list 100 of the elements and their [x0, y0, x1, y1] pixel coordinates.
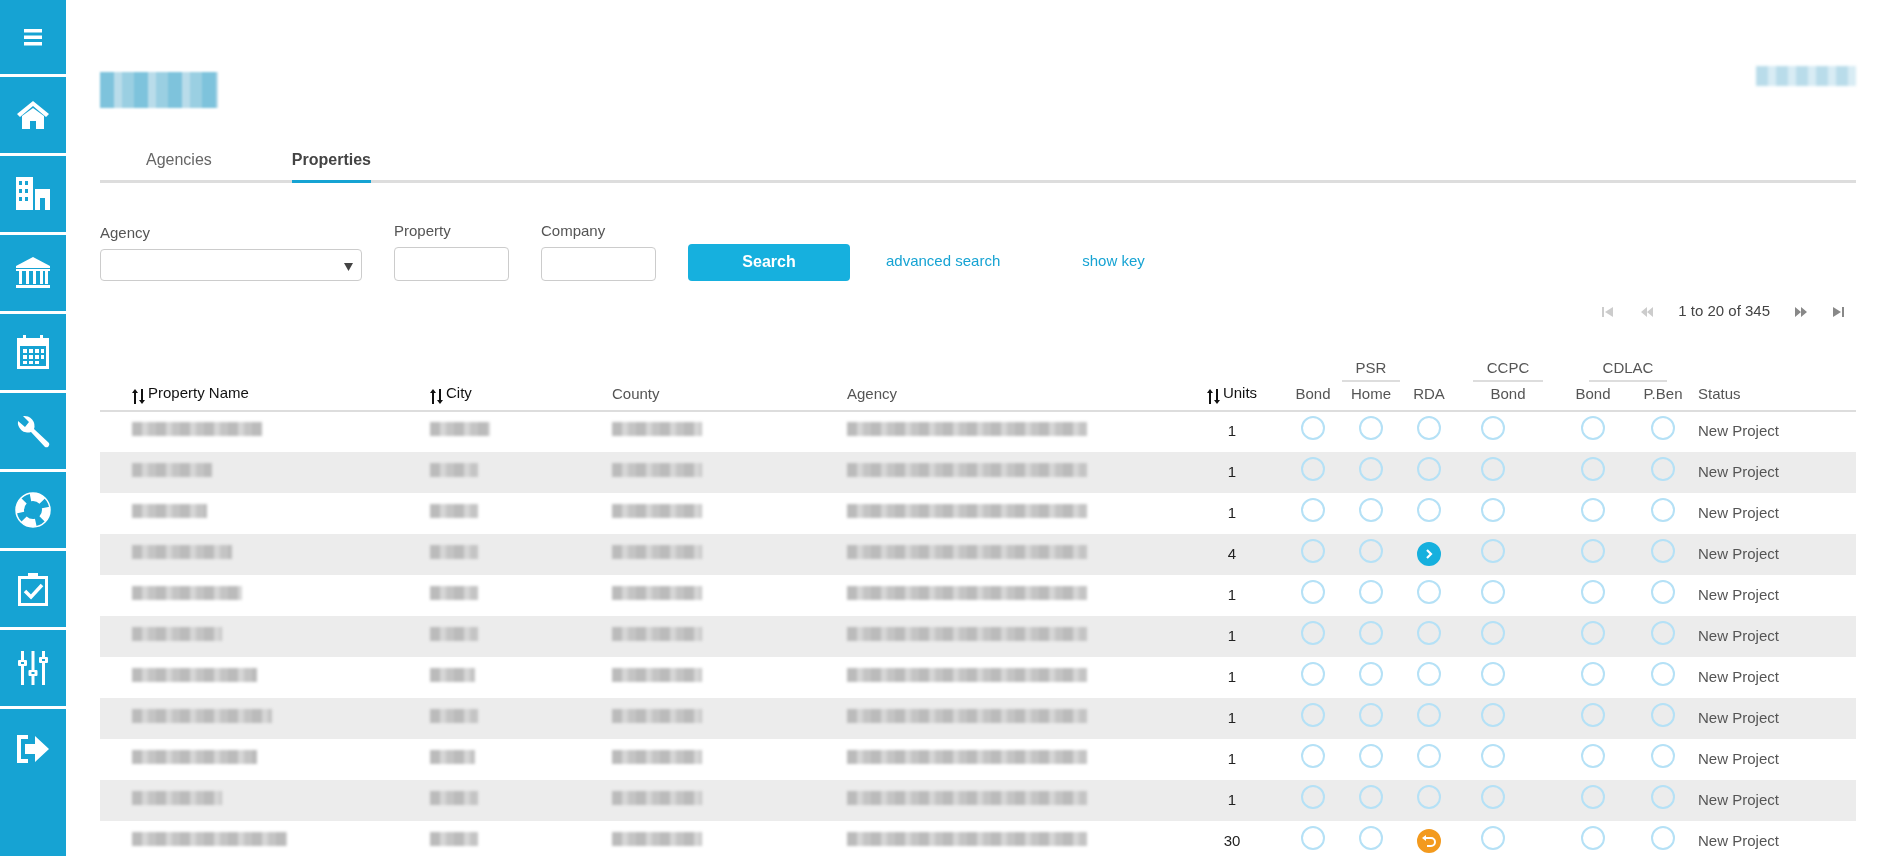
status-circle[interactable] [1417, 497, 1441, 522]
status-circle[interactable] [1301, 456, 1325, 481]
redacted-text [430, 503, 478, 518]
redacted-text [430, 708, 478, 723]
status-circle[interactable] [1651, 620, 1675, 645]
sort-header[interactable]: Units [1222, 384, 1258, 401]
status-circle[interactable] [1301, 743, 1325, 768]
buildings-icon[interactable] [15, 176, 51, 212]
status-circle[interactable] [1651, 661, 1675, 686]
units-value: 1 [1227, 626, 1237, 644]
status-circle[interactable] [1651, 416, 1675, 441]
status-circle[interactable] [1417, 784, 1441, 809]
status-circle[interactable] [1651, 538, 1675, 563]
status-circle[interactable] [1301, 825, 1325, 850]
status-circle[interactable] [1417, 620, 1441, 645]
status-circle[interactable] [1359, 702, 1383, 727]
column-header: Agency [847, 385, 898, 402]
status-circle[interactable] [1651, 784, 1675, 809]
status-circle[interactable] [1651, 456, 1675, 481]
forward-icon[interactable] [1417, 542, 1441, 566]
bank-icon[interactable] [15, 256, 51, 290]
status-circle[interactable] [1301, 702, 1325, 727]
status-circle[interactable] [1481, 825, 1505, 850]
status-circle[interactable] [1359, 743, 1383, 768]
status-circle[interactable] [1481, 743, 1505, 768]
status-circle[interactable] [1481, 579, 1505, 604]
sort-header[interactable]: Property Name [148, 384, 249, 401]
status-circle[interactable] [1301, 784, 1325, 809]
status-circle[interactable] [1581, 497, 1605, 522]
status-circle[interactable] [1581, 702, 1605, 727]
status-circle[interactable] [1359, 620, 1383, 645]
status-circle[interactable] [1417, 743, 1441, 768]
calendar-icon[interactable] [16, 334, 50, 370]
column-header: County [612, 385, 660, 402]
status-circle[interactable] [1581, 825, 1605, 850]
status-circle[interactable] [1481, 784, 1505, 809]
status-text: New Project [1698, 462, 1779, 480]
status-circle[interactable] [1417, 579, 1441, 604]
status-circle[interactable] [1481, 497, 1505, 522]
status-circle[interactable] [1359, 416, 1383, 441]
status-circle[interactable] [1417, 661, 1441, 686]
status-circle[interactable] [1301, 579, 1325, 604]
status-circle[interactable] [1417, 416, 1441, 441]
status-circle[interactable] [1301, 661, 1325, 686]
status-circle[interactable] [1301, 497, 1325, 522]
status-circle[interactable] [1581, 784, 1605, 809]
status-circle[interactable] [1651, 702, 1675, 727]
status-circle[interactable] [1581, 743, 1605, 768]
tab[interactable]: Properties [291, 138, 371, 183]
status-circle[interactable] [1359, 497, 1383, 522]
status-circle[interactable] [1581, 620, 1605, 645]
agency-select[interactable] [100, 248, 362, 281]
input-field[interactable] [394, 246, 509, 281]
status-circle[interactable] [1651, 579, 1675, 604]
status-circle[interactable] [1481, 661, 1505, 686]
redacted-text [430, 831, 478, 846]
units-value: 1 [1227, 708, 1237, 726]
sliders-icon[interactable] [17, 650, 49, 686]
redacted-text [430, 585, 478, 600]
home-icon[interactable] [15, 99, 51, 131]
status-circle[interactable] [1359, 579, 1383, 604]
status-circle[interactable] [1301, 538, 1325, 563]
status-circle[interactable] [1481, 416, 1505, 441]
status-circle[interactable] [1651, 497, 1675, 522]
status-circle[interactable] [1417, 702, 1441, 727]
status-circle[interactable] [1359, 784, 1383, 809]
undo-icon[interactable] [1417, 828, 1441, 853]
menu-icon[interactable] [22, 27, 44, 47]
input-field[interactable] [541, 246, 656, 281]
status-circle[interactable] [1359, 538, 1383, 563]
status-circle[interactable] [1359, 456, 1383, 481]
sort-header[interactable]: City [446, 384, 472, 401]
status-circle[interactable] [1481, 702, 1505, 727]
status-circle[interactable] [1301, 620, 1325, 645]
last-page-icon[interactable] [1832, 305, 1847, 318]
clipboard-icon[interactable] [17, 571, 49, 607]
logout-icon[interactable] [16, 732, 50, 765]
status-circle[interactable] [1301, 416, 1325, 441]
column-header: Home [1351, 385, 1391, 402]
status-circle[interactable] [1359, 825, 1383, 850]
tab[interactable]: Agencies [146, 138, 212, 183]
status-circle[interactable] [1359, 661, 1383, 686]
status-circle[interactable] [1581, 538, 1605, 563]
status-circle[interactable] [1581, 416, 1605, 441]
status-circle[interactable] [1651, 825, 1675, 850]
redacted-text [430, 462, 478, 477]
wrench-icon[interactable] [15, 413, 51, 449]
status-text: New Project [1698, 708, 1779, 726]
status-circle[interactable] [1581, 456, 1605, 481]
lifebuoy-icon[interactable] [15, 492, 51, 528]
status-circle[interactable] [1481, 538, 1505, 563]
next-page-icon[interactable] [1794, 305, 1809, 318]
status-circle[interactable] [1651, 743, 1675, 768]
status-circle[interactable] [1581, 579, 1605, 604]
status-circle[interactable] [1481, 620, 1505, 645]
units-value: 1 [1227, 462, 1237, 480]
status-circle[interactable] [1581, 661, 1605, 686]
status-circle[interactable] [1481, 456, 1505, 481]
status-text: New Project [1698, 544, 1779, 562]
status-circle[interactable] [1417, 456, 1441, 481]
